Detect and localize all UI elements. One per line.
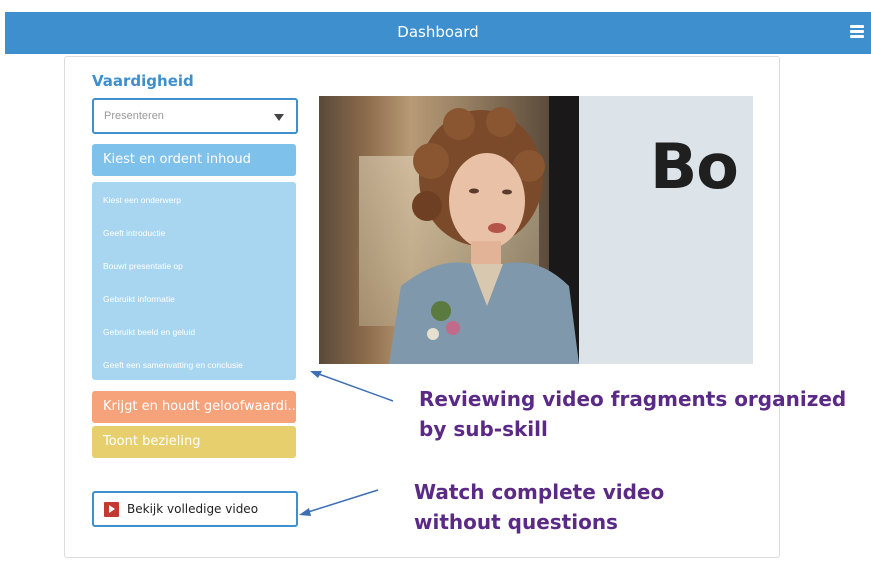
subskill-item[interactable]: Kiest een onderwerp <box>103 195 181 205</box>
watch-full-video-button[interactable]: Bekijk volledige video <box>92 491 298 527</box>
subskill-item[interactable]: Geeft een samenvatting en conclusie <box>103 360 243 370</box>
watch-full-video-label: Bekijk volledige video <box>127 502 259 516</box>
skill-button-toont-bezieling[interactable]: Toont bezieling <box>92 426 296 458</box>
presenter-figure <box>389 107 579 364</box>
skill-select[interactable]: Presenteren <box>92 98 298 134</box>
subskill-list: Kiest een onderwerp Geeft introductie Bo… <box>92 182 296 380</box>
hamburger-menu-icon[interactable] <box>850 25 864 39</box>
skill-section-label: Vaardigheid <box>92 72 194 90</box>
skill-button-krijgt-en-houdt-geloofwaardigheid[interactable]: Krijgt en houdt geloofwaardi... <box>92 391 296 423</box>
subskill-item[interactable]: Gebruikt informatie <box>103 294 175 304</box>
annotation-complete-line1: Watch complete video <box>414 480 665 504</box>
skill-select-value: Presenteren <box>104 110 164 122</box>
annotation-complete-video: Watch complete video without questions <box>414 477 664 537</box>
page-title: Dashboard <box>397 23 479 41</box>
annotation-fragments-line2: by sub-skill <box>419 417 548 441</box>
top-bar: Dashboard <box>5 12 871 54</box>
skill-button-kiest-en-ordent-inhoud[interactable]: Kiest en ordent inhoud <box>92 144 296 176</box>
annotation-fragments: Reviewing video fragments organized by s… <box>419 384 846 444</box>
video-player[interactable]: Bo <box>319 96 753 364</box>
subskill-item[interactable]: Gebruikt beeld en geluid <box>103 327 195 337</box>
board-text: Bo <box>650 130 739 203</box>
play-icon <box>104 502 119 517</box>
subskill-item[interactable]: Geeft introductie <box>103 228 165 238</box>
subskill-item[interactable]: Bouwt presentatie op <box>103 261 183 271</box>
annotation-fragments-line1: Reviewing video fragments organized <box>419 387 847 411</box>
chevron-down-icon <box>274 114 284 121</box>
annotation-complete-line2: without questions <box>414 510 618 534</box>
